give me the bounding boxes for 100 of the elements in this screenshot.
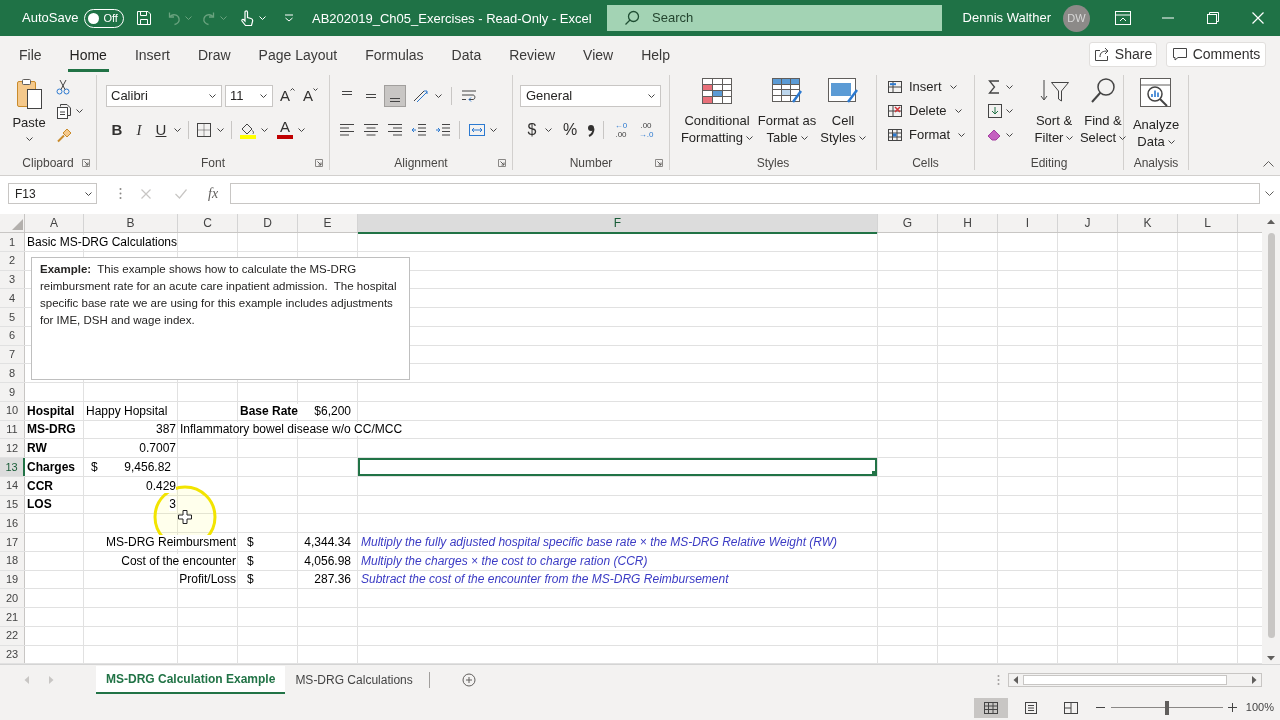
font-size-dropdown[interactable]: 11 xyxy=(225,85,273,107)
vertical-scrollbar[interactable] xyxy=(1262,214,1280,665)
eraser-icon[interactable] xyxy=(987,128,1003,142)
column-header[interactable]: J xyxy=(1058,214,1118,232)
caret-icon[interactable] xyxy=(490,128,497,132)
dialog-launcher-icon[interactable] xyxy=(655,159,663,167)
format-cells-button[interactable]: Format xyxy=(887,123,966,147)
shrink-font-button[interactable]: A xyxy=(303,88,319,104)
scroll-thumb[interactable] xyxy=(1023,675,1227,686)
merge-center-icon[interactable] xyxy=(468,122,486,138)
search-field[interactable]: Search xyxy=(607,5,942,31)
cell-styles-button[interactable]: Cell Styles xyxy=(819,75,867,154)
user-name[interactable]: Dennis Walther xyxy=(962,8,1051,28)
horizontal-scrollbar[interactable] xyxy=(1008,673,1262,688)
ribbon-tab[interactable]: Data xyxy=(449,42,484,72)
row-header[interactable]: 4 xyxy=(0,289,25,307)
column-header[interactable]: L xyxy=(1178,214,1238,232)
bottom-align-icon[interactable] xyxy=(384,85,406,107)
row-header[interactable]: 5 xyxy=(0,308,25,326)
ribbon-display-options-icon[interactable] xyxy=(1114,11,1131,25)
hand-pointer-icon[interactable] xyxy=(239,9,254,27)
zoom-slider[interactable] xyxy=(1110,700,1223,715)
insert-function-button[interactable]: fx xyxy=(208,183,219,204)
row-header[interactable]: 13 xyxy=(0,458,25,476)
sort-filter-button[interactable]: Sort & Filter xyxy=(1029,75,1079,154)
copy-icon[interactable] xyxy=(56,103,72,119)
row-header[interactable]: 12 xyxy=(0,439,25,457)
caret-icon[interactable] xyxy=(298,128,305,132)
close-icon[interactable] xyxy=(1251,12,1264,24)
caret-icon[interactable] xyxy=(435,94,442,98)
ribbon-tab[interactable]: Review xyxy=(507,42,558,72)
column-header[interactable]: I xyxy=(998,214,1058,232)
underline-button[interactable]: U xyxy=(150,119,172,141)
normal-view-button[interactable] xyxy=(973,697,1008,718)
caret-icon[interactable] xyxy=(174,128,181,132)
ribbon-tab[interactable]: Insert xyxy=(132,42,172,72)
column-header[interactable]: D xyxy=(238,214,298,232)
row-header[interactable]: 20 xyxy=(0,589,25,607)
sheet-tab[interactable]: MS-DRG Calculations xyxy=(285,666,423,695)
increase-indent-icon[interactable] xyxy=(435,123,451,137)
caret-icon[interactable] xyxy=(261,128,268,132)
name-box[interactable]: F13 xyxy=(8,183,97,204)
ribbon-tab[interactable]: Draw xyxy=(195,42,233,72)
drag-handle-icon[interactable] xyxy=(119,187,122,200)
formula-input[interactable] xyxy=(230,183,1260,204)
column-header[interactable]: G xyxy=(878,214,938,232)
conditional-formatting-button[interactable]: Conditional Formatting xyxy=(679,75,755,154)
ribbon-tab[interactable]: Page Layout xyxy=(256,42,340,72)
caret-icon[interactable] xyxy=(1006,85,1013,89)
autosum-icon[interactable] xyxy=(987,79,1001,95)
row-header[interactable]: 17 xyxy=(0,533,25,551)
zoom-slider-thumb[interactable] xyxy=(1164,700,1169,715)
zoom-level[interactable]: 100% xyxy=(1245,699,1274,716)
delete-cells-button[interactable]: Delete xyxy=(887,99,966,123)
fill-down-icon[interactable] xyxy=(987,103,1003,119)
zoom-in-icon[interactable] xyxy=(1227,703,1237,713)
caret-icon[interactable] xyxy=(76,109,83,113)
share-button[interactable]: Share xyxy=(1089,41,1157,67)
wrap-text-icon[interactable] xyxy=(461,88,477,104)
decrease-decimal-button[interactable]: .00 →.0 xyxy=(636,121,656,139)
comments-button[interactable]: Comments xyxy=(1166,41,1266,67)
dialog-launcher-icon[interactable] xyxy=(498,159,506,167)
italic-button[interactable]: I xyxy=(128,119,150,141)
borders-icon[interactable] xyxy=(196,122,212,138)
percent-format-button[interactable]: % xyxy=(561,118,579,142)
scroll-down-icon[interactable] xyxy=(1267,656,1275,662)
ribbon-tab[interactable]: Formulas xyxy=(363,42,426,72)
expand-formula-bar-icon[interactable] xyxy=(1265,191,1274,196)
font-color-button[interactable]: A xyxy=(276,119,294,141)
column-header[interactable]: F xyxy=(358,214,878,234)
dialog-launcher-icon[interactable] xyxy=(315,159,323,167)
save-icon[interactable] xyxy=(135,10,152,26)
insert-cells-button[interactable]: Insert xyxy=(887,75,966,99)
format-painter-icon[interactable] xyxy=(56,127,72,143)
align-right-icon[interactable] xyxy=(387,123,403,137)
scroll-right-icon[interactable] xyxy=(1252,676,1257,685)
fill-color-icon[interactable] xyxy=(239,121,257,139)
restore-icon[interactable] xyxy=(1206,12,1219,24)
drag-handle-icon[interactable] xyxy=(997,674,1000,687)
number-format-dropdown[interactable]: General xyxy=(520,85,661,107)
scroll-thumb[interactable] xyxy=(1267,233,1275,638)
align-center-icon[interactable] xyxy=(363,123,379,137)
caret-icon[interactable] xyxy=(1006,133,1013,137)
ribbon-tab[interactable]: File xyxy=(17,42,44,72)
minimize-icon[interactable] xyxy=(1161,17,1174,19)
scissors-icon[interactable] xyxy=(56,79,70,95)
increase-decimal-button[interactable]: ←0 .00 xyxy=(611,121,631,139)
customize-toolbar-icon[interactable] xyxy=(283,14,294,22)
bold-button[interactable]: B xyxy=(106,119,128,141)
currency-format-button[interactable]: $ xyxy=(523,118,541,142)
column-header[interactable]: K xyxy=(1118,214,1178,232)
analyze-data-button[interactable]: Analyze Data xyxy=(1130,75,1182,154)
ribbon-tab[interactable]: Help xyxy=(639,42,672,72)
row-header[interactable]: 9 xyxy=(0,383,25,401)
caret-icon[interactable] xyxy=(545,128,552,132)
dialog-launcher-icon[interactable] xyxy=(82,159,90,167)
sheet-tab[interactable]: MS-DRG Calculation Example xyxy=(96,666,286,695)
collapse-ribbon-icon[interactable] xyxy=(1263,161,1274,167)
row-header[interactable]: 8 xyxy=(0,364,25,382)
comma-style-icon[interactable] xyxy=(586,123,596,137)
